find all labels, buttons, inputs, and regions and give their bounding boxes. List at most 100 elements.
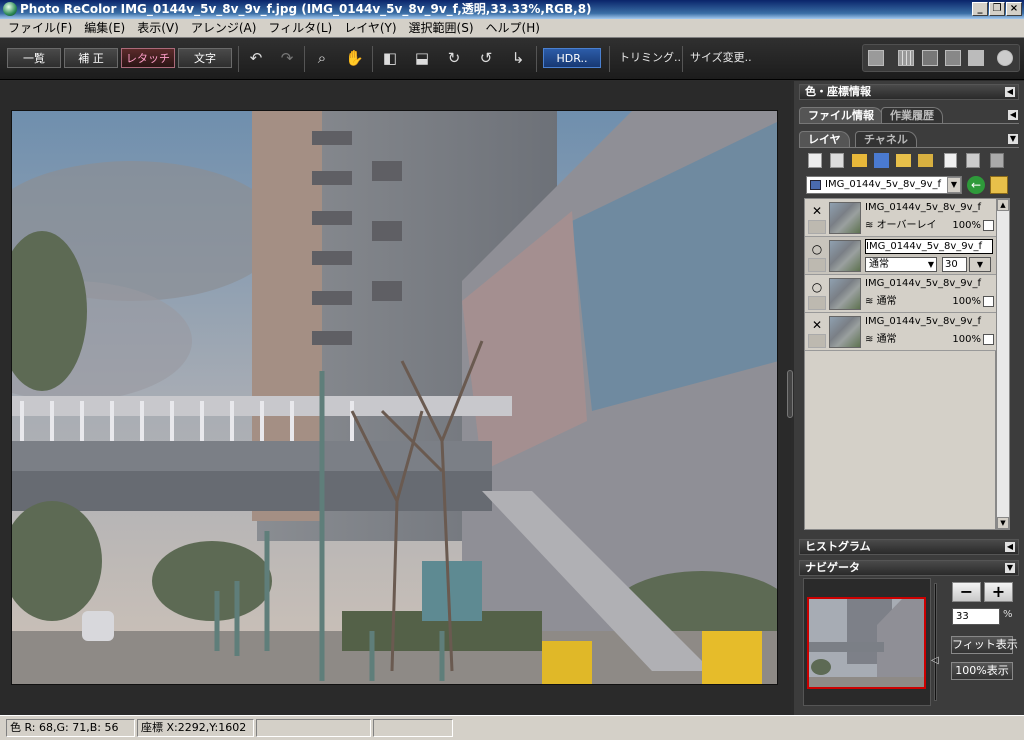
zoom-input[interactable]: 33: [952, 608, 1000, 625]
list-button[interactable]: 一覧: [7, 48, 61, 68]
layer-checkbox[interactable]: [983, 296, 994, 307]
layer-thumbnail: [829, 240, 861, 272]
tab-channel[interactable]: チャネル: [855, 131, 917, 147]
histogram-header[interactable]: ヒストグラム ◀: [799, 539, 1019, 555]
color-coord-title: 色・座標情報: [805, 85, 871, 98]
menu-file[interactable]: ファイル(F): [2, 19, 78, 37]
info-tab-strip: ファイル情報 作業履歴 ◀: [799, 107, 1019, 124]
chevron-down-icon[interactable]: ▼: [969, 257, 991, 272]
tab-file-info[interactable]: ファイル情報: [799, 107, 883, 123]
navigator-title: ナビゲータ: [805, 561, 860, 574]
tab-layer[interactable]: レイヤ: [799, 131, 850, 147]
lock-toggle[interactable]: [808, 258, 826, 272]
zoom-icon[interactable]: ⌕: [313, 49, 331, 67]
menu-selection[interactable]: 選択範囲(S): [403, 19, 480, 37]
retouch-button[interactable]: レタッチ: [121, 48, 175, 68]
visibility-toggle[interactable]: ✕: [808, 204, 826, 218]
actual-size-button[interactable]: 100%表示: [951, 662, 1013, 680]
lock-toggle[interactable]: [808, 334, 826, 348]
status-field: [373, 719, 453, 737]
visibility-toggle[interactable]: ✕: [808, 318, 826, 332]
menu-layer[interactable]: レイヤ(Y): [338, 19, 402, 37]
minimize-button[interactable]: _: [972, 2, 988, 16]
expand-icon[interactable]: ▼: [1008, 134, 1018, 144]
color-coord-header[interactable]: 色・座標情報 ◀: [799, 84, 1019, 100]
trash-icon[interactable]: [990, 153, 1004, 168]
lock-toggle[interactable]: [808, 296, 826, 310]
redo-icon[interactable]: ↷: [278, 49, 296, 67]
zoom-in-button[interactable]: +: [984, 582, 1013, 602]
folder-open-icon[interactable]: [918, 154, 933, 167]
view-single-icon[interactable]: [868, 50, 884, 66]
menu-arrange[interactable]: アレンジ(A): [185, 19, 263, 37]
rotate-ccw-icon[interactable]: ↺: [477, 49, 495, 67]
navigator-header[interactable]: ナビゲータ ▼: [799, 560, 1019, 576]
properties-icon[interactable]: [944, 153, 957, 168]
zoom-slider-track[interactable]: [934, 583, 937, 701]
chevron-down-icon[interactable]: ▼: [947, 177, 961, 193]
visibility-toggle[interactable]: ○: [808, 280, 826, 294]
layer-scrollbar[interactable]: ▲ ▼: [996, 198, 1010, 530]
scroll-up-icon[interactable]: ▲: [997, 199, 1009, 211]
menu-view[interactable]: 表示(V): [131, 19, 185, 37]
layer-row[interactable]: ○ IMG_0144v_5v_8v_9v_f 通常 ▼ 30 ▼: [805, 237, 997, 275]
layer-name-input[interactable]: IMG_0144v_5v_8v_9v_f: [865, 239, 993, 254]
layer-row[interactable]: ○ IMG_0144v_5v_8v_9v_f ≋ 通常 100%: [805, 275, 997, 313]
panel-splitter[interactable]: [787, 370, 793, 418]
menu-help[interactable]: ヘルプ(H): [480, 19, 546, 37]
layer-select[interactable]: IMG_0144v_5v_8v_9v_f: [806, 176, 962, 194]
merge-layer-icon[interactable]: [874, 153, 889, 168]
flip-horizontal-icon[interactable]: ◧: [381, 49, 399, 67]
view-grid-icon[interactable]: [898, 50, 914, 66]
layer-row[interactable]: ✕ IMG_0144v_5v_8v_9v_f ≋ オーバーレイ 100%: [805, 199, 997, 237]
blend-mode-select[interactable]: 通常 ▼: [865, 257, 937, 272]
rotate-cw-icon[interactable]: ↻: [445, 49, 463, 67]
zoom-slider-handle[interactable]: ◁: [931, 656, 941, 666]
duplicate-layer-icon[interactable]: [830, 153, 844, 168]
layer-checkbox[interactable]: [983, 334, 994, 345]
undo-icon[interactable]: ↶: [247, 49, 265, 67]
window-title: Photo ReColor IMG_0144v_5v_8v_9v_f.jpg (…: [20, 2, 592, 16]
view-crosshair-icon[interactable]: [922, 50, 938, 66]
tab-history[interactable]: 作業履歴: [881, 107, 943, 123]
layer-row[interactable]: ✕ IMG_0144v_5v_8v_9v_f ≋ 通常 100%: [805, 313, 997, 351]
resize-button[interactable]: サイズ変更..: [690, 48, 752, 68]
collapse-icon[interactable]: ◀: [1008, 110, 1018, 120]
copy-layer-icon[interactable]: [966, 153, 980, 168]
trimming-button[interactable]: トリミング..: [619, 48, 681, 68]
text-button[interactable]: 文字: [178, 48, 232, 68]
view-fill-icon[interactable]: [968, 50, 984, 66]
folder-icon[interactable]: [896, 154, 911, 167]
close-button[interactable]: ×: [1006, 2, 1022, 16]
layer-opacity: 100%: [952, 296, 981, 307]
open-folder-icon[interactable]: [852, 154, 867, 167]
navigator-thumbnail[interactable]: [807, 597, 926, 689]
folder-up-icon[interactable]: [990, 176, 1008, 194]
visibility-toggle[interactable]: ○: [808, 242, 826, 256]
correct-button[interactable]: 補 正: [64, 48, 118, 68]
opacity-input[interactable]: 30: [942, 257, 967, 272]
maximize-button[interactable]: ❐: [989, 2, 1005, 16]
navigator-preview-image: [809, 599, 924, 687]
new-layer-icon[interactable]: [808, 153, 822, 168]
collapse-icon[interactable]: ◀: [1005, 87, 1015, 97]
view-circle-icon[interactable]: [997, 50, 1013, 66]
blend-mode-label: 通常: [876, 334, 897, 345]
hand-icon[interactable]: ✋: [345, 49, 364, 67]
scroll-down-icon[interactable]: ▼: [997, 517, 1009, 529]
collapse-icon[interactable]: ◀: [1005, 542, 1015, 552]
fit-view-button[interactable]: フィット表示: [951, 636, 1018, 654]
layers-icon: ≋: [865, 220, 877, 231]
lock-toggle[interactable]: [808, 220, 826, 234]
expand-icon[interactable]: ▼: [1005, 563, 1015, 573]
menu-edit[interactable]: 編集(E): [78, 19, 131, 37]
view-guide-icon[interactable]: [945, 50, 961, 66]
menu-filter[interactable]: フィルタ(L): [262, 19, 338, 37]
flip-vertical-icon[interactable]: ⬓: [413, 49, 431, 67]
hdr-button[interactable]: HDR..: [543, 48, 601, 68]
rotate-free-icon[interactable]: ↳: [509, 49, 527, 67]
zoom-out-button[interactable]: −: [952, 582, 981, 602]
photo-canvas[interactable]: [11, 110, 778, 685]
back-arrow-icon[interactable]: ←: [967, 176, 985, 194]
layer-checkbox[interactable]: [983, 220, 994, 231]
